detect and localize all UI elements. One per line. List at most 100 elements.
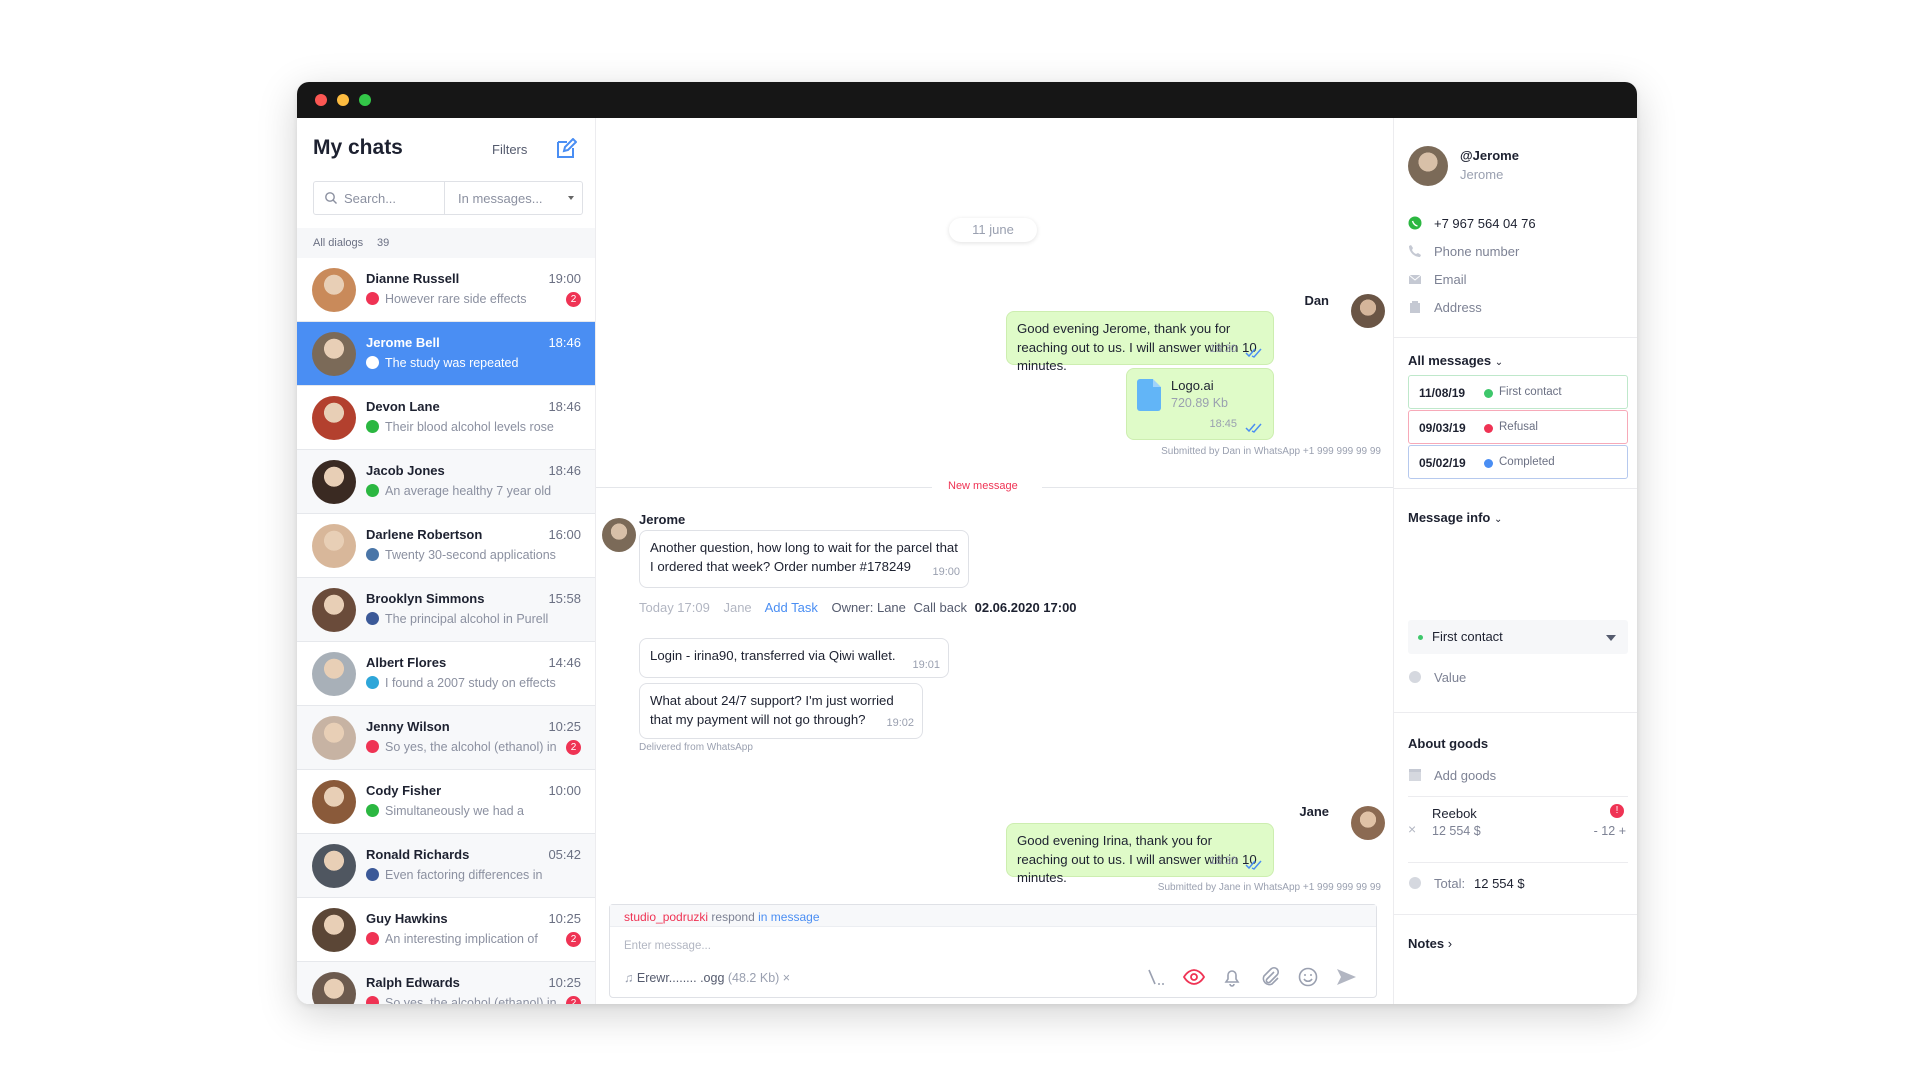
chat-name: Ronald Richards	[366, 847, 470, 862]
chat-preview: Twenty 30-second applications	[385, 548, 556, 562]
message-bubble-incoming: Login - irina90, transferred via Qiwi wa…	[639, 638, 949, 678]
chat-list-item[interactable]: Devon Lane 18:46 Their blood alcohol level…	[297, 386, 595, 450]
app-window: My chats Filters Search... In messages..…	[297, 82, 1637, 1004]
message-input[interactable]: Enter message...	[624, 940, 711, 952]
avatar	[312, 972, 356, 1004]
all-dialogs-label: All dialogs	[313, 237, 364, 249]
emoji-icon[interactable]	[1296, 965, 1320, 989]
message-info-label: Message info	[1408, 510, 1491, 525]
notes-label: Notes	[1408, 936, 1445, 951]
section-divider	[1394, 337, 1637, 338]
chat-list-item[interactable]: Guy Hawkins 10:25 An interesting implicati…	[297, 898, 595, 962]
search-input[interactable]: Search...	[344, 191, 396, 206]
chat-list: Dianne Russell 19:00 However rare side eff…	[297, 258, 595, 1004]
whatsapp-icon	[366, 484, 379, 497]
vk-icon	[366, 548, 379, 561]
message-text: What about 24/7 support? I'm just worrie…	[650, 693, 894, 727]
quantity-stepper[interactable]: - 12 +	[1594, 824, 1626, 838]
chat-list-item[interactable]: Jenny Wilson 10:25 So yes, the alcohol (et…	[297, 706, 595, 770]
whatsapp-icon	[366, 420, 379, 433]
avatar	[1351, 294, 1385, 328]
goods-divider	[1408, 796, 1628, 797]
notes-toggle[interactable]: Notes ›	[1408, 936, 1452, 951]
unread-badge: 2	[566, 996, 581, 1004]
total-label: Total:	[1434, 876, 1466, 891]
history-card[interactable]: 11/08/19 First contact	[1408, 375, 1628, 409]
send-icon[interactable]	[1334, 965, 1358, 989]
remove-goods-icon[interactable]: ×	[1408, 821, 1416, 837]
unread-badge: 2	[566, 932, 581, 947]
message-composer: studio_podruzki respond in message Enter…	[609, 904, 1377, 998]
file-message[interactable]: Logo.ai 720.89 Kb 18:45	[1126, 368, 1274, 440]
sender-name: Dan	[1304, 293, 1329, 308]
whatsapp-icon	[366, 804, 379, 817]
template-icon[interactable]	[1144, 965, 1168, 989]
reply-mode-link[interactable]: in message	[758, 910, 819, 924]
page-title: My chats	[313, 136, 403, 159]
phone-icon	[1409, 245, 1421, 257]
search-scope-select[interactable]: In messages...	[458, 191, 543, 206]
all-messages-toggle[interactable]: All messages ⌄	[1408, 353, 1503, 368]
chat-list-item[interactable]: Albert Flores 14:46 I found a 2007 study o…	[297, 642, 595, 706]
filters-button[interactable]: Filters	[492, 142, 527, 157]
chevron-down-icon[interactable]	[568, 196, 574, 200]
alert-icon: !	[1610, 804, 1624, 818]
chat-preview: An average healthy 7 year old	[385, 484, 552, 498]
add-task-link[interactable]: Add Task	[765, 600, 818, 615]
chat-preview: Their blood alcohol levels rose	[385, 420, 554, 434]
eye-icon[interactable]	[1182, 965, 1206, 989]
minimize-window-button[interactable]	[337, 94, 349, 106]
attachment-size: (48.2 Kb)	[727, 971, 780, 985]
chat-list-item[interactable]: Cody Fisher 10:00 Simultaneously we had a	[297, 770, 595, 834]
contact-name: Jerome	[1460, 167, 1504, 182]
chat-name: Brooklyn Simmons	[366, 591, 485, 606]
history-date: 09/03/19	[1419, 421, 1466, 435]
message-bubble-incoming: Another question, how long to wait for t…	[639, 530, 969, 588]
chat-name: Guy Hawkins	[366, 911, 448, 926]
compose-icon[interactable]	[555, 138, 577, 160]
status-select[interactable]: First contact	[1408, 620, 1628, 654]
chat-list-item[interactable]: Dianne Russell 19:00 However rare side eff…	[297, 258, 595, 322]
message-info-toggle[interactable]: Message info ⌄	[1408, 510, 1502, 525]
chat-list-item[interactable]: Ronald Richards 05:42 Even factoring diffe…	[297, 834, 595, 898]
search-icon	[325, 192, 337, 204]
chat-list-item[interactable]: Jerome Bell 18:46 The study was repeated	[297, 322, 595, 386]
chat-name: Devon Lane	[366, 399, 440, 414]
remove-attachment-button[interactable]: ×	[783, 971, 790, 985]
history-date: 05/02/19	[1419, 456, 1466, 470]
decrease-button[interactable]: -	[1594, 824, 1598, 838]
chevron-down-icon: ⌄	[1493, 514, 1503, 525]
chat-time: 18:46	[548, 463, 581, 478]
avatar	[312, 844, 356, 888]
search-bar: Search... In messages...	[313, 181, 583, 215]
chat-time: 10:00	[548, 783, 581, 798]
account-name[interactable]: studio_podruzki	[624, 910, 708, 924]
unread-badge: 2	[566, 740, 581, 755]
chat-name: Darlene Robertson	[366, 527, 483, 542]
avatar	[312, 908, 356, 952]
increase-button[interactable]: +	[1619, 824, 1626, 838]
chat-name: Albert Flores	[366, 655, 447, 670]
chat-preview: Simultaneously we had a	[385, 804, 524, 818]
goods-price: 12 554 $	[1432, 824, 1481, 838]
paperclip-icon[interactable]	[1258, 965, 1282, 989]
chat-preview: I found a 2007 study on effects	[385, 676, 556, 690]
respond-label: respond	[711, 910, 755, 924]
chevron-right-icon: ›	[1447, 936, 1453, 951]
unread-badge: 2	[566, 292, 581, 307]
chat-list-item[interactable]: Darlene Robertson 16:00 Twenty 30-second a…	[297, 514, 595, 578]
contact-panel: @Jerome Jerome +7 967 564 04 76 Phone nu…	[1393, 118, 1637, 1004]
sender-name: Jerome	[639, 512, 686, 527]
double-check-icon	[1245, 348, 1262, 358]
close-window-button[interactable]	[315, 94, 327, 106]
history-card[interactable]: 05/02/19 Completed	[1408, 445, 1628, 479]
chat-list-item[interactable]: Jacob Jones 18:46 An average healthy 7 yea…	[297, 450, 595, 514]
history-card[interactable]: 09/03/19 Refusal	[1408, 410, 1628, 444]
chat-list-item[interactable]: Ralph Edwards 10:25 So yes, the alcohol (e…	[297, 962, 595, 1004]
chat-list-item[interactable]: Brooklyn Simmons 15:58 The principal alcoh…	[297, 578, 595, 642]
avatar	[312, 716, 356, 760]
chat-time: 18:46	[548, 399, 581, 414]
maximize-window-button[interactable]	[359, 94, 371, 106]
chat-time: 05:42	[548, 847, 581, 862]
bell-icon[interactable]	[1220, 965, 1244, 989]
